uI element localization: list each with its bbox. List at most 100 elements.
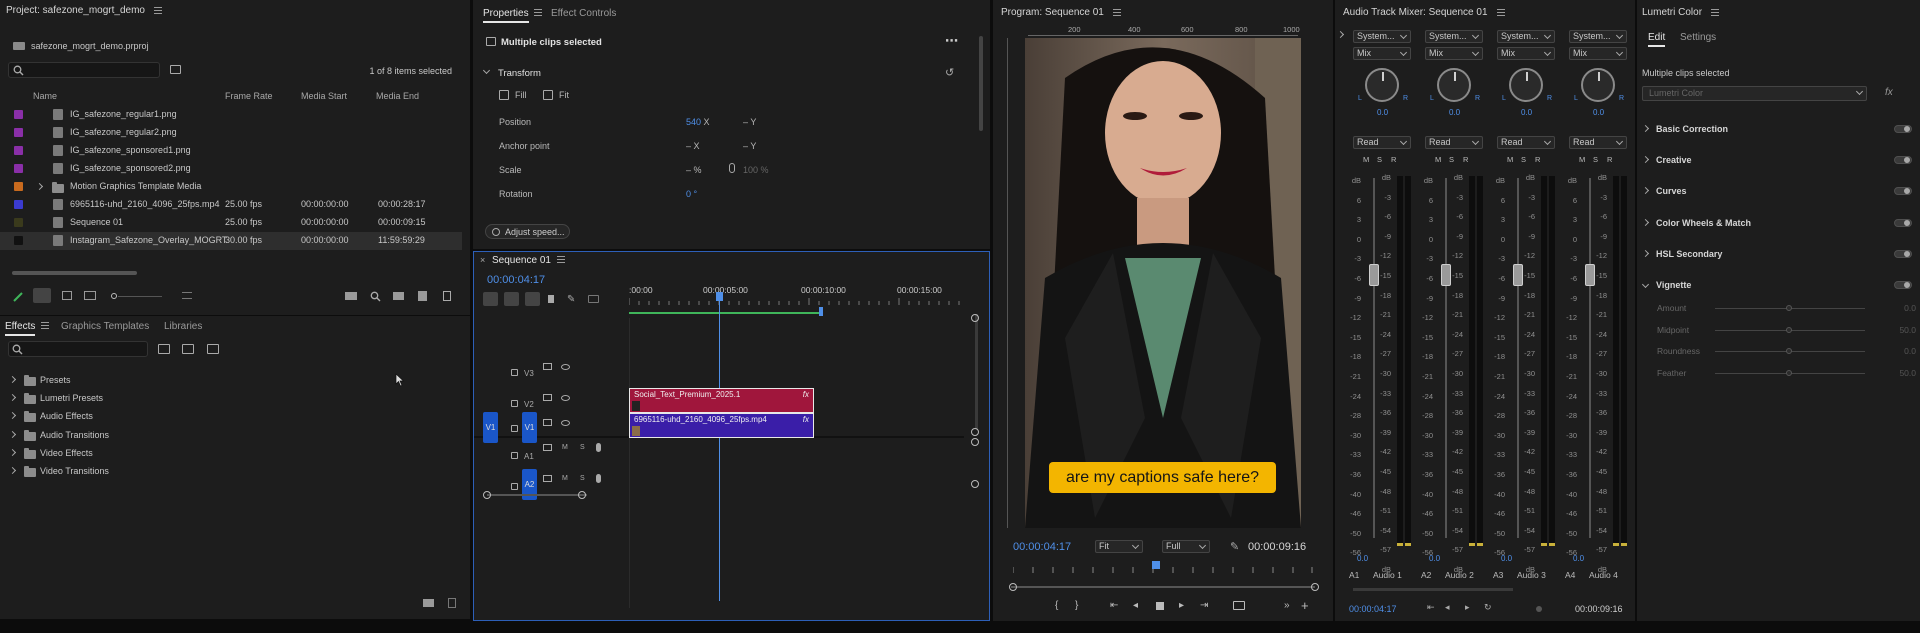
column-frame-rate[interactable]: Frame Rate [225,91,273,101]
yuv-effects-icon[interactable] [207,344,219,354]
mute-button[interactable]: M [1435,155,1441,164]
sequence-menu-icon[interactable] [556,256,565,263]
zoom-handle-right[interactable] [1311,583,1319,591]
mute-button[interactable]: M [562,475,568,482]
section-enable-toggle[interactable] [1894,218,1912,227]
more-options-icon[interactable]: ⋯ [945,33,958,49]
label-color-swatch[interactable] [14,218,23,227]
trash-icon[interactable] [443,291,451,301]
timeline-scroll-handle-mid[interactable] [971,428,979,436]
link-icon[interactable] [729,163,735,173]
pan-knob[interactable] [1437,68,1471,102]
microphone-icon[interactable] [596,443,601,452]
properties-scrollbar[interactable] [979,36,983,131]
lock-icon[interactable] [511,483,518,490]
playhead-handle[interactable] [716,292,723,301]
lock-icon[interactable] [511,369,518,376]
wrench-icon[interactable]: ✎ [567,294,575,305]
timeline-vertical-scrollbar[interactable] [975,314,978,429]
solo-button[interactable]: S [580,475,585,482]
close-icon[interactable]: × [480,255,485,265]
caption-overlay[interactable]: are my captions safe here? [1049,462,1276,493]
volume-value[interactable]: 0.0 [1429,554,1440,563]
button-editor-icon[interactable]: + [1301,598,1309,613]
zoom-slider-track[interactable] [118,296,162,297]
lumetri-menu-icon[interactable] [1711,8,1720,16]
lumetri-section-curves[interactable]: Curves [1637,184,1920,200]
automation-mode-dropdown[interactable]: Read [1425,136,1483,149]
time-ruler[interactable] [629,295,964,305]
pan-value[interactable]: 0.0 [1377,108,1388,117]
chevron-right-icon[interactable] [1641,187,1650,195]
mix-dropdown[interactable]: Mix [1569,47,1627,60]
mute-button[interactable]: M [1363,155,1369,164]
solo-button[interactable]: S [1377,155,1382,164]
record-button[interactable]: R [1535,155,1540,164]
section-enable-toggle[interactable] [1894,156,1912,165]
fit-button[interactable]: Fit [543,90,569,100]
timeline-audio-scroll-handle[interactable] [971,438,979,446]
label-color-swatch[interactable] [14,164,23,173]
transform-section[interactable]: Transform [498,68,541,79]
position-y-field[interactable]: – Y [743,117,756,127]
microphone-icon[interactable] [596,474,601,483]
vignette-slider-handle[interactable] [1786,348,1792,354]
reset-icon[interactable]: ↺ [945,66,954,79]
record-button[interactable]: R [1607,155,1612,164]
captions-icon[interactable] [588,295,599,303]
go-to-in-icon[interactable]: ⇤ [1110,600,1118,611]
table-row[interactable]: 6965116-uhd_2160_4096_25fps.mp4 25.00 fps… [0,196,462,214]
tab-graphics-templates[interactable]: Graphics Templates [61,321,149,332]
freeform-view-icon[interactable] [84,291,96,300]
fx-icon[interactable]: fx [1885,87,1893,98]
section-enable-toggle[interactable] [1894,281,1912,289]
volume-value[interactable]: 0.0 [1357,554,1368,563]
wrench-icon[interactable]: ✎ [1230,540,1239,553]
mixer-record-icon[interactable] [1536,606,1542,612]
vignette-slider-handle[interactable] [1786,305,1792,311]
scale-field[interactable]: – % [686,165,702,175]
mixer-timecode[interactable]: 00:00:04:17 [1349,604,1397,614]
lumetri-effect-dropdown[interactable]: Lumetri Color [1642,86,1867,101]
mute-button[interactable]: M [1579,155,1585,164]
fit-dropdown[interactable]: Fit [1095,540,1143,553]
section-enable-toggle[interactable] [1894,125,1912,133]
tab-effect-controls[interactable]: Effect Controls [551,8,616,19]
lumetri-header[interactable]: Lumetri Color [1637,0,1920,24]
pan-value[interactable]: 0.0 [1593,108,1604,117]
volume-fader-track[interactable] [1373,178,1375,538]
column-media-start[interactable]: Media Start [301,91,347,101]
volume-fader-track[interactable] [1445,178,1447,538]
project-panel-header[interactable]: Project: safezone_mogrt_demo [0,0,470,20]
tab-effects[interactable]: Effects [5,321,50,336]
mix-dropdown[interactable]: Mix [1425,47,1483,60]
volume-fader-handle[interactable] [1513,264,1523,286]
trash-icon[interactable] [448,598,456,608]
program-monitor-header[interactable]: Program: Sequence 01 [993,0,1333,24]
volume-fader-handle[interactable] [1441,264,1451,286]
mixer-go-to-in-icon[interactable]: ⇤ [1427,602,1435,613]
effects-menu-icon[interactable] [41,322,50,329]
pan-knob[interactable] [1509,68,1543,102]
pan-value[interactable]: 0.0 [1449,108,1460,117]
panel-menu-icon[interactable] [153,6,162,14]
32bit-effects-icon[interactable] [182,344,194,354]
sync-icon[interactable] [543,444,552,451]
tab-settings[interactable]: Settings [1680,32,1716,43]
solo-button[interactable]: S [1593,155,1598,164]
list-item[interactable]: Lumetri Presets [0,390,300,406]
new-bin-icon[interactable] [423,599,434,607]
lumetri-section-basic-correction[interactable]: Basic Correction [1637,122,1920,138]
chevron-right-icon[interactable] [1641,218,1650,226]
list-item[interactable]: Video Transitions [0,463,300,479]
sequence-tab[interactable]: Sequence 01 [492,255,565,266]
label-color-swatch[interactable] [14,110,23,119]
automation-mode-dropdown[interactable]: Read [1353,136,1411,149]
rotation-field[interactable]: 0 ° [686,189,697,199]
sync-icon[interactable] [543,394,552,401]
eye-icon[interactable] [561,364,570,370]
zoom-handle-left[interactable] [1009,583,1017,591]
list-item[interactable]: Audio Transitions [0,427,300,443]
mixer-play-in-out-icon[interactable]: ▸ [1465,602,1470,613]
automation-mode-dropdown[interactable]: Read [1569,136,1627,149]
